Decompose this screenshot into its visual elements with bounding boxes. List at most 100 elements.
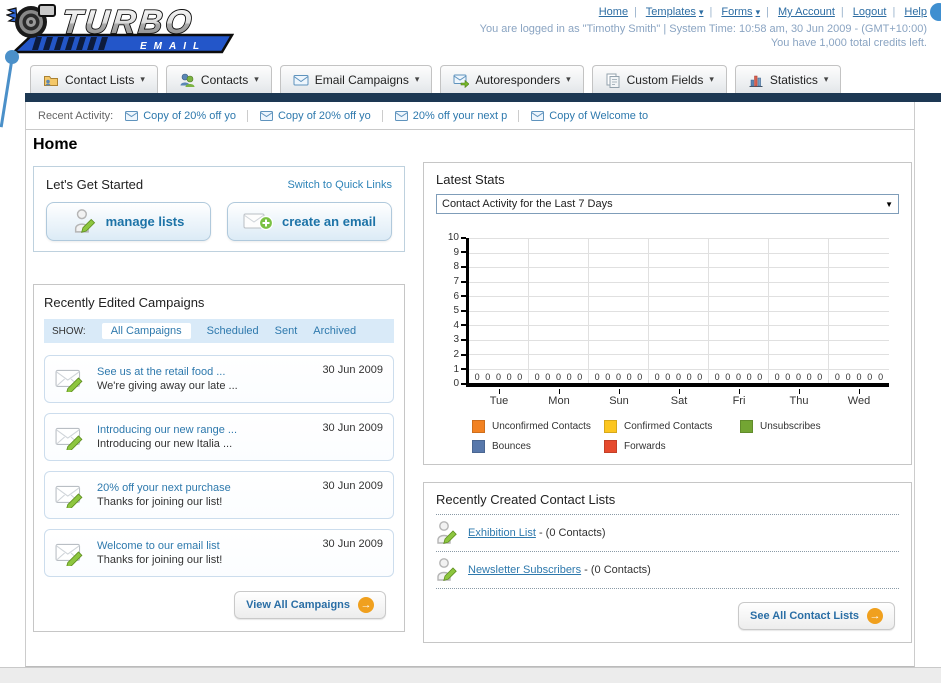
tab-contact-lists[interactable]: Contact Lists ▾ — [30, 65, 158, 94]
contact-list-row[interactable]: Newsletter Subscribers - (0 Contacts) — [436, 552, 899, 590]
arrow-right-icon: → — [867, 608, 883, 625]
campaign-title[interactable]: 20% off your next purchase — [97, 482, 231, 494]
recent-activity-bar: Recent Activity: Copy of 20% off yo Copy… — [26, 102, 914, 131]
top-link-templates[interactable]: Templates ▾ — [646, 6, 704, 18]
tab-custom-fields[interactable]: Custom Fields ▾ — [591, 65, 727, 94]
person-pencil-icon — [74, 209, 95, 234]
data-values: 00000 — [709, 372, 768, 382]
tab-contacts[interactable]: Contacts ▾ — [165, 65, 272, 94]
data-value: 0 — [686, 372, 692, 383]
data-value: 0 — [675, 372, 681, 383]
campaign-title[interactable]: Introducing our new range ... — [97, 424, 237, 436]
data-value: 0 — [495, 372, 501, 383]
top-nav: Home | Templates ▾ | Forms ▾ | My Account | Lo… — [599, 6, 927, 18]
campaign-row[interactable]: Welcome to our email list Thanks for joi… — [44, 529, 394, 578]
day-label: Thu — [789, 395, 809, 408]
top-link-my-account[interactable]: My Account — [778, 6, 835, 18]
view-all-campaigns-button[interactable]: View All Campaigns → — [234, 591, 386, 620]
campaign-title[interactable]: Welcome to our email list — [97, 540, 222, 552]
logo-title: TURBO — [60, 4, 196, 41]
switch-quick-links-link[interactable]: Switch to Quick Links — [287, 179, 392, 191]
caret-down-icon: ▾ — [140, 74, 145, 85]
tab-label: Statistics — [769, 72, 818, 87]
data-values: 00000 — [829, 372, 889, 382]
latest-stats-title: Latest Stats — [436, 172, 505, 188]
recent-activity-item[interactable]: Copy of 20% off yo — [125, 109, 248, 122]
tab-email-campaigns[interactable]: Email Campaigns ▾ — [279, 65, 433, 94]
recent-activity-label: Recent Activity: — [38, 109, 114, 122]
top-link-home[interactable]: Home — [599, 6, 628, 18]
caret-down-icon: ▾ — [566, 74, 571, 85]
y-axis-label: 2 — [440, 349, 466, 360]
contact-list-link[interactable]: Exhibition List — [468, 527, 536, 539]
envelope-pencil-icon — [55, 544, 83, 567]
tab-autoresponders[interactable]: Autoresponders ▾ — [440, 65, 584, 94]
envelope-pencil-icon — [55, 370, 83, 393]
legend-label: Unconfirmed Contacts — [492, 421, 591, 433]
tab-statistics[interactable]: Statistics ▾ — [734, 65, 842, 94]
contact-list-row[interactable]: Exhibition List - (0 Contacts) — [436, 515, 899, 553]
legend-label: Forwards — [624, 441, 666, 453]
data-value: 0 — [637, 372, 643, 383]
contact-list-count: - (0 Contacts) — [584, 564, 651, 577]
campaign-subtitle: Thanks for joining our list! — [97, 496, 223, 509]
day-cell: Mon — [529, 389, 589, 407]
recent-activity-item[interactable]: Copy of Welcome to — [531, 110, 659, 122]
contact-list-count: - (0 Contacts) — [538, 527, 606, 540]
button-label: create an email — [282, 214, 376, 230]
create-email-button[interactable]: create an email — [227, 202, 392, 242]
filter-all-campaigns[interactable]: All Campaigns — [101, 323, 191, 340]
y-axis-label: 5 — [440, 305, 466, 316]
day-cell: Fri — [709, 389, 769, 407]
y-axis-label: 10 — [440, 232, 466, 243]
campaign-row[interactable]: 20% off your next purchase Thanks for jo… — [44, 471, 394, 520]
main-nav-tabs: Contact Lists ▾ Contacts ▾ Email Campaig… — [0, 61, 941, 94]
data-values: 00000 — [529, 372, 588, 382]
logo-graphic: EMAIL TURBO — [5, 3, 235, 54]
filter-sent[interactable]: Sent — [275, 325, 298, 337]
data-value: 0 — [785, 372, 791, 383]
stats-dropdown[interactable]: Contact Activity for the Last 7 Days ▼ — [436, 194, 899, 215]
campaign-row[interactable]: See us at the retail food ... We're givi… — [44, 355, 394, 404]
day-label: Wed — [847, 395, 871, 408]
data-value: 0 — [654, 372, 660, 383]
y-axis-label: 8 — [440, 261, 466, 272]
filter-scheduled[interactable]: Scheduled — [207, 325, 259, 337]
legend-item: Confirmed Contacts — [604, 420, 740, 434]
envelope-plus-icon — [243, 213, 274, 230]
top-link-forms[interactable]: Forms ▾ — [721, 6, 760, 18]
see-all-contact-lists-button[interactable]: See All Contact Lists → — [737, 602, 895, 631]
recent-activity-item[interactable]: 20% off your next p — [394, 109, 520, 122]
legend-item: Unsubscribes — [740, 420, 899, 434]
data-value: 0 — [555, 372, 561, 383]
recent-activity-item[interactable]: Copy of 20% off yo — [259, 109, 383, 122]
y-axis-label: 7 — [440, 276, 466, 287]
chart-group: 00000 — [469, 238, 529, 384]
stats-dropdown-value: Contact Activity for the Last 7 Days — [442, 198, 613, 211]
top-link-help[interactable]: Help — [904, 6, 927, 18]
campaign-row[interactable]: Introducing our new range ... Introducin… — [44, 413, 394, 462]
data-value: 0 — [605, 372, 611, 383]
top-link-logout[interactable]: Logout — [853, 6, 887, 18]
data-value: 0 — [474, 372, 480, 383]
manage-lists-button[interactable]: manage lists — [46, 202, 211, 242]
filter-archived[interactable]: Archived — [313, 325, 356, 337]
axis-tick — [738, 389, 740, 395]
header: EMAIL TURBO Home | Templates ▾ | Forms ▾ | My… — [0, 0, 941, 61]
page-footer — [0, 667, 941, 683]
data-value: 0 — [795, 372, 801, 383]
recently-edited-campaigns-panel: Recently Edited Campaigns SHOW: All Camp… — [33, 284, 405, 633]
data-value: 0 — [867, 372, 873, 383]
data-value: 0 — [665, 372, 671, 383]
day-cell: Thu — [769, 389, 829, 407]
day-label: Mon — [548, 395, 570, 408]
data-values: 00000 — [469, 372, 528, 382]
chart-group: 00000 — [649, 238, 709, 384]
contact-list-link[interactable]: Newsletter Subscribers — [468, 564, 581, 576]
data-value: 0 — [697, 372, 703, 383]
folder-contacts-icon — [44, 75, 58, 86]
axis-tick — [678, 389, 680, 395]
campaign-title[interactable]: See us at the retail food ... — [97, 366, 238, 378]
button-label: See All Contact Lists — [749, 610, 859, 623]
contact-activity-chart: 10 9 8 7 6 5 4 3 2 1 0 000000000000000000000000000… — [440, 232, 899, 454]
